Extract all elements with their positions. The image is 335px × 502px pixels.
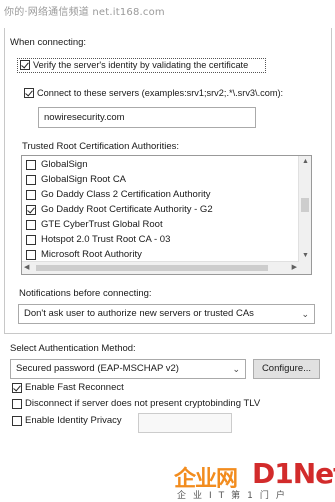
when-connecting-label: When connecting: xyxy=(10,37,87,48)
scroll-up-icon[interactable]: ▲ xyxy=(302,158,309,166)
ca-checkbox[interactable] xyxy=(26,235,36,245)
verify-identity-label[interactable]: Verify the server's identity by validati… xyxy=(33,59,248,71)
watermark-logo-sub: 企业IT第1门户 xyxy=(177,491,292,501)
horizontal-scroll-thumb[interactable] xyxy=(36,265,268,271)
ca-label: Go Daddy Class 2 Certification Authority xyxy=(41,189,211,200)
ca-label: GlobalSign xyxy=(41,159,88,170)
verify-identity-checkbox[interactable] xyxy=(20,60,30,70)
trusted-roots-list[interactable]: GlobalSign GlobalSign Root CA Go Daddy C… xyxy=(21,155,312,275)
servers-input[interactable]: nowiresecurity.com xyxy=(38,107,256,128)
connect-servers-label[interactable]: Connect to these servers (examples:srv1;… xyxy=(37,87,283,99)
scroll-right-icon[interactable]: ▶ xyxy=(292,264,297,272)
ca-label: GTE CyberTrust Global Root xyxy=(41,219,163,230)
notifications-select[interactable]: Don't ask user to authorize new servers … xyxy=(18,304,315,324)
auth-method-label: Select Authentication Method: xyxy=(10,343,136,354)
scroll-corner xyxy=(299,262,311,274)
cryptobinding-checkbox[interactable] xyxy=(12,399,22,409)
connect-servers-checkbox[interactable] xyxy=(24,88,34,98)
trusted-roots-label: Trusted Root Certification Authorities: xyxy=(22,141,179,152)
ca-checkbox[interactable] xyxy=(26,160,36,170)
chevron-down-icon[interactable]: ⌄ xyxy=(301,305,309,323)
ca-checkbox[interactable] xyxy=(26,220,36,230)
cryptobinding-label[interactable]: Disconnect if server does not present cr… xyxy=(25,398,260,410)
ca-label: Go Daddy Root Certificate Authority - G2 xyxy=(41,204,213,215)
list-vertical-scrollbar[interactable]: ▲ ▼ xyxy=(298,156,311,262)
ca-label: Microsoft Root Authority xyxy=(41,249,142,260)
ca-label: Hotspot 2.0 Trust Root CA - 03 xyxy=(41,234,171,245)
ca-checkbox[interactable] xyxy=(26,250,36,260)
watermark-logo-right: D1Net xyxy=(252,457,335,490)
identity-privacy-input[interactable] xyxy=(138,413,232,433)
watermark-top-text: 你的·网络通信频道 net.it168.com xyxy=(4,7,165,18)
configure-button[interactable]: Configure... xyxy=(253,359,320,379)
scroll-down-icon[interactable]: ▼ xyxy=(302,252,309,260)
ca-checkbox[interactable] xyxy=(26,205,36,215)
fast-reconnect-checkbox[interactable] xyxy=(12,383,22,393)
scroll-left-icon[interactable]: ◀ xyxy=(24,264,29,272)
ca-checkbox[interactable] xyxy=(26,175,36,185)
chevron-down-icon[interactable]: ⌄ xyxy=(232,360,240,378)
ca-checkbox[interactable] xyxy=(26,190,36,200)
list-horizontal-scrollbar[interactable]: ◀ ▶ xyxy=(22,261,299,274)
notifications-selected-value: Don't ask user to authorize new servers … xyxy=(24,308,254,319)
identity-privacy-label[interactable]: Enable Identity Privacy xyxy=(25,415,122,427)
fast-reconnect-label[interactable]: Enable Fast Reconnect xyxy=(25,382,124,394)
identity-privacy-checkbox[interactable] xyxy=(12,416,22,426)
ca-label: GlobalSign Root CA xyxy=(41,174,127,185)
vertical-scroll-thumb[interactable] xyxy=(301,198,309,212)
auth-method-selected-value: Secured password (EAP-MSCHAP v2) xyxy=(16,363,179,374)
notifications-label: Notifications before connecting: xyxy=(19,288,152,299)
auth-method-select[interactable]: Secured password (EAP-MSCHAP v2) ⌄ xyxy=(10,359,246,379)
